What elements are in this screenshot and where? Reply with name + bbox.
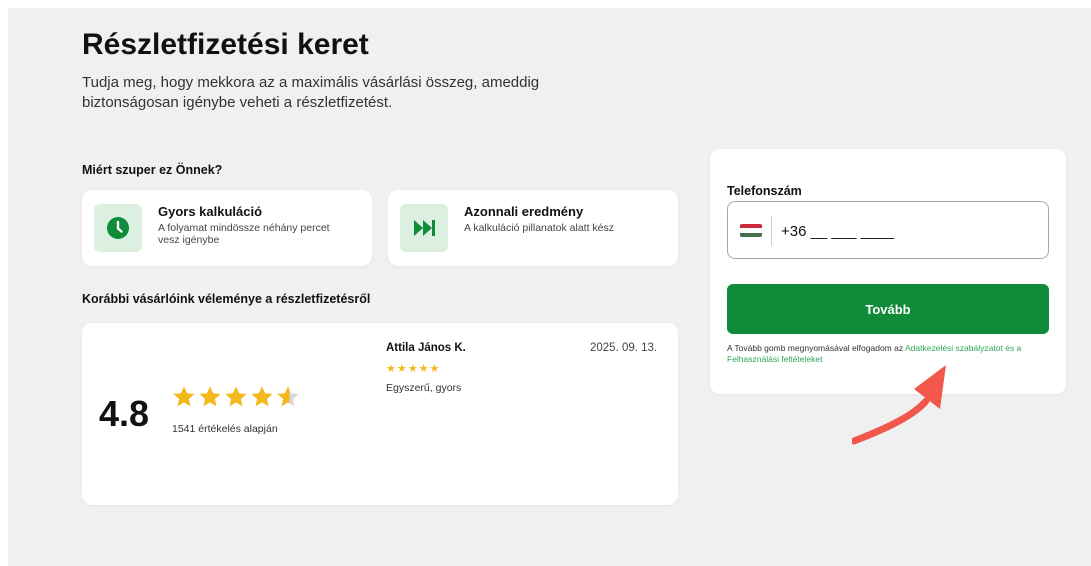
- reviewer-name: Attila János K.: [386, 342, 466, 354]
- phone-input[interactable]: [781, 220, 1031, 242]
- review-date: 2025. 09. 13.: [590, 342, 658, 354]
- consent-text: A Tovább gomb megnyomásával elfogadom az…: [727, 343, 1027, 365]
- consent-prefix: A Tovább gomb megnyomásával elfogadom az: [727, 343, 905, 353]
- phone-form-card: Telefonszám Tovább A Tovább gomb megnyom…: [710, 149, 1066, 394]
- arrow-annotation-icon: [852, 365, 946, 445]
- clock-icon: [94, 204, 142, 252]
- star-icon: [225, 386, 247, 407]
- review-card: 4.8 1541 értékelés alapján Attila János …: [82, 323, 678, 505]
- hungary-flag-icon[interactable]: [740, 224, 762, 237]
- feature-card-instant-result: Azonnali eredmény A kalkuláció pillanato…: [388, 190, 678, 266]
- rating-count: 1541 értékelés alapján: [172, 423, 278, 435]
- average-rating-stars: [172, 385, 300, 409]
- feature-card-fast-calculation: Gyors kalkuláció A folyamat mindössze né…: [82, 190, 372, 266]
- feature-description: A kalkuláció pillanatok alatt kész: [464, 222, 614, 234]
- page-title: Részletfizetési keret: [82, 28, 369, 61]
- feature-title: Gyors kalkuláció: [158, 204, 263, 219]
- phone-field[interactable]: [727, 201, 1049, 259]
- review-text: Egyszerű, gyors: [386, 382, 462, 394]
- why-section-heading: Miért szuper ez Önnek?: [82, 163, 223, 177]
- review-stars: ★★★★★: [386, 363, 441, 375]
- average-rating-value: 4.8: [99, 393, 150, 434]
- star-icon: [173, 386, 195, 407]
- field-divider: [771, 216, 772, 246]
- feature-title: Azonnali eredmény: [464, 204, 584, 219]
- star-icon: [199, 386, 221, 407]
- star-icon: [251, 386, 273, 407]
- phone-label: Telefonszám: [727, 184, 802, 198]
- next-button[interactable]: Tovább: [727, 284, 1049, 334]
- reviews-section-heading: Korábbi vásárlóink véleménye a részletfi…: [82, 292, 371, 306]
- page-background: Részletfizetési keret Tudja meg, hogy me…: [8, 8, 1091, 566]
- feature-description: A folyamat mindössze néhány percet vesz …: [158, 222, 330, 246]
- fast-forward-icon: [400, 204, 448, 252]
- star-half-icon: [277, 386, 299, 407]
- page-subtitle: Tudja meg, hogy mekkora az a maximális v…: [82, 74, 540, 111]
